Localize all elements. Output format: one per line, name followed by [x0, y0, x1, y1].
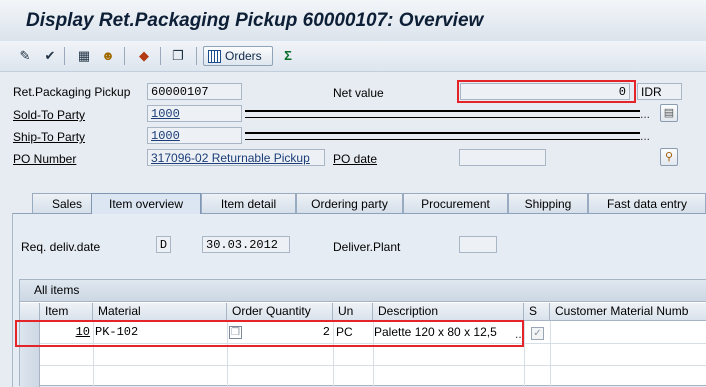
tab-strip: Sales Item overview Item detail Ordering…	[12, 193, 706, 214]
search-document-button[interactable]: ⚲	[660, 148, 678, 166]
column-header-material[interactable]: Material	[93, 303, 227, 321]
copy-icon[interactable]: ❐	[170, 48, 186, 64]
ship-to-label[interactable]: Ship-To Party	[13, 130, 85, 144]
check-icon[interactable]: ✔	[42, 48, 58, 64]
sold-to-ellipsis: ...	[640, 107, 651, 121]
ret-packaging-label: Ret.Packaging Pickup	[13, 85, 131, 99]
net-value-highlight	[457, 80, 636, 103]
orders-icon	[208, 50, 221, 63]
deliver-plant-field[interactable]	[459, 236, 497, 253]
toolbar-separator	[196, 47, 197, 65]
application-toolbar: ✎ ✔ ▦ ☻ ◆ ❐ Orders Σ	[0, 41, 706, 72]
sold-to-label[interactable]: Sold-To Party	[13, 108, 85, 122]
column-header-unit[interactable]: Un	[333, 303, 373, 321]
column-header-customer-material[interactable]: Customer Material Numb	[550, 303, 706, 321]
tab-item-overview[interactable]: Item overview	[91, 193, 201, 214]
req-deliv-date-field[interactable]: 30.03.2012	[202, 236, 290, 253]
items-table-title-bar: All items	[20, 280, 706, 302]
status-checkbox[interactable]: ✓	[531, 327, 544, 340]
header-icon[interactable]: ◆	[136, 48, 152, 64]
display-change-icon[interactable]: ✎	[17, 48, 33, 64]
grid-column-line	[550, 321, 551, 387]
po-number-label[interactable]: PO Number	[13, 152, 76, 166]
date-type-field[interactable]: D	[156, 236, 171, 253]
po-number-field[interactable]: 317096-02 Returnable Pickup	[147, 149, 325, 166]
select-all-header[interactable]	[20, 303, 40, 321]
partner-icon[interactable]: ☻	[100, 48, 116, 64]
title-bar: Display Ret.Packaging Pickup 60000107: O…	[0, 0, 706, 42]
tab-ordering-party[interactable]: Ordering party	[296, 193, 403, 213]
toolbar-separator	[124, 47, 125, 65]
column-header-order-quantity[interactable]: Order Quantity	[227, 303, 333, 321]
orders-button[interactable]: Orders	[203, 46, 273, 66]
sold-to-name-redacted	[245, 104, 640, 118]
grid-row-line	[40, 365, 706, 366]
tab-shipping[interactable]: Shipping	[508, 193, 588, 213]
column-header-description[interactable]: Description	[373, 303, 524, 321]
grid-column-line	[524, 321, 525, 387]
deliver-plant-label: Deliver.Plant	[333, 240, 401, 254]
currency-field[interactable]: IDR	[637, 83, 682, 100]
po-date-label[interactable]: PO date	[333, 152, 377, 166]
window-title: Display Ret.Packaging Pickup 60000107: O…	[26, 10, 484, 31]
document-icon[interactable]: ▦	[76, 48, 92, 64]
item-row-highlight	[15, 320, 524, 347]
items-table-title: All items	[34, 283, 80, 297]
ret-packaging-field[interactable]: 60000107	[147, 83, 242, 100]
column-header-s[interactable]: S	[524, 303, 550, 321]
column-header-item[interactable]: Item	[40, 303, 93, 321]
tab-item-detail[interactable]: Item detail	[201, 193, 296, 213]
req-deliv-date-label: Req. deliv.date	[21, 240, 101, 254]
sum-icon[interactable]: Σ	[280, 48, 296, 64]
toolbar-separator	[64, 47, 65, 65]
document-details-button[interactable]: ▤	[660, 104, 678, 122]
po-date-field[interactable]	[459, 149, 546, 166]
orders-button-label: Orders	[225, 49, 262, 63]
tab-procurement[interactable]: Procurement	[403, 193, 508, 213]
net-value-label: Net value	[333, 86, 384, 100]
ship-to-name-redacted	[245, 126, 640, 140]
sold-to-field[interactable]: 1000	[147, 105, 242, 122]
tab-fast-data-entry[interactable]: Fast data entry	[588, 193, 706, 213]
ship-to-ellipsis: ...	[640, 129, 651, 143]
ship-to-field[interactable]: 1000	[147, 127, 242, 144]
toolbar-separator	[160, 47, 161, 65]
